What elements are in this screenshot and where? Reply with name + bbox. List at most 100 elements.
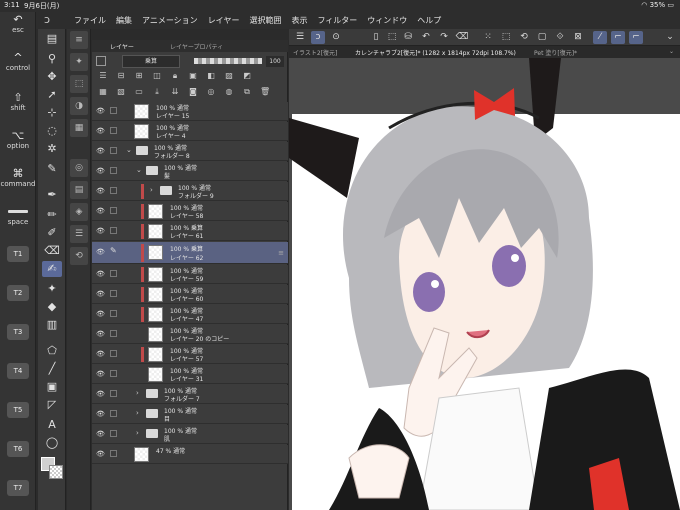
color-select-icon[interactable]: ◩ — [242, 71, 252, 81]
eye-icon[interactable]: 👁︎ — [96, 207, 105, 215]
eye-icon[interactable]: 👁︎ — [96, 410, 105, 418]
pen-tool-icon[interactable]: ✒ — [42, 187, 62, 203]
subtool-icon-6[interactable]: ◎ — [70, 159, 88, 177]
layer-row[interactable]: 👁︎ 100 % 通常 レイヤー 60 — [92, 285, 288, 304]
layer-row[interactable]: 👁︎ 100 % 通常 レイヤー 59 — [92, 265, 288, 284]
move-tool-icon[interactable]: ✥ — [42, 69, 62, 85]
layer-checkbox[interactable] — [110, 227, 117, 234]
new-vector-layer-icon[interactable]: ▧ — [116, 87, 126, 97]
eye-icon[interactable]: 👁︎ — [96, 227, 105, 235]
save-icon[interactable]: ⛁ — [401, 31, 415, 44]
lock-icon[interactable]: 🔒︎ — [170, 71, 180, 81]
eye-icon[interactable]: 👁︎ — [96, 450, 105, 458]
subtool-icon-2[interactable]: ✦ — [70, 53, 88, 71]
subtool-icon-1[interactable]: ≡ — [70, 31, 88, 49]
lock-transparent-icon[interactable]: ▣ — [188, 71, 198, 81]
layer-checkbox[interactable] — [110, 167, 117, 174]
app-logo-icon[interactable]: ↄ — [44, 13, 50, 26]
layer-checkbox[interactable] — [110, 147, 117, 154]
menu-window[interactable]: ウィンドウ — [367, 15, 407, 26]
layer-row[interactable]: 👁︎ 100 % 通常 レイヤー 4 — [92, 122, 288, 141]
menu-filter[interactable]: フィルター — [317, 15, 357, 26]
layer-row[interactable]: 👁︎ 100 % 通常 レイヤー 31 — [92, 365, 288, 384]
subtool-icon-10[interactable]: ⟲ — [70, 247, 88, 265]
eye-icon[interactable]: 👁︎ — [96, 430, 105, 438]
tabs-overflow-icon[interactable]: ⌄ — [669, 48, 674, 55]
eye-icon[interactable]: 👁︎ — [96, 290, 105, 298]
chevron-right-icon[interactable]: › — [136, 389, 139, 397]
transfer-down-icon[interactable]: ⤓ — [152, 87, 162, 97]
eye-icon[interactable]: 👁︎ — [96, 310, 105, 318]
eye-icon[interactable]: 👁︎ — [96, 248, 105, 256]
balloon-tool-icon[interactable]: ◯ — [42, 435, 62, 451]
canvas-area[interactable] — [289, 58, 680, 510]
layer-color-toggle-icon[interactable]: ▨ — [224, 71, 234, 81]
eye-icon[interactable]: 👁︎ — [96, 390, 105, 398]
eye-icon[interactable]: 👁︎ — [96, 127, 105, 135]
chevron-right-icon[interactable]: › — [150, 186, 153, 194]
layer-row[interactable]: 👁︎ 47 % 通常 — [92, 445, 288, 464]
layer-checkbox[interactable] — [110, 107, 117, 114]
menu-icon[interactable]: ☰ — [293, 31, 307, 44]
line-tool-icon[interactable]: ╱ — [42, 361, 62, 377]
gradient-tool-icon[interactable]: ▥ — [42, 317, 62, 333]
row-menu-icon[interactable]: ≡ — [278, 249, 284, 257]
snap-ruler-icon[interactable]: ⁄ — [593, 31, 607, 44]
draft-icon[interactable]: ◫ — [152, 71, 162, 81]
clear-icon[interactable]: ⌫ — [455, 31, 469, 44]
subtool-icon-5[interactable]: ▦ — [70, 119, 88, 137]
menu-help[interactable]: ヘルプ — [417, 15, 441, 26]
layer-row[interactable]: 👁︎ 100 % 通常 レイヤー 20 のコピー — [92, 325, 288, 344]
new-raster-layer-icon[interactable]: ▦ — [98, 87, 108, 97]
blend-mode-select[interactable]: 乗算 — [122, 55, 180, 68]
folder-row[interactable]: 👁︎ › 100 % 通常 肌 — [92, 425, 288, 444]
eye-icon[interactable]: 👁︎ — [96, 330, 105, 338]
smoothing-icon[interactable]: ↄ — [311, 31, 325, 44]
layer-row[interactable]: 👁︎ 100 % 通常 レイヤー 58 — [92, 202, 288, 221]
blend-tool-icon[interactable]: ✍ — [42, 261, 62, 277]
layer-checkbox[interactable] — [110, 410, 117, 417]
layer-checkbox[interactable] — [110, 310, 117, 317]
transform-tool-icon[interactable]: ⊹ — [42, 105, 62, 121]
layer-list[interactable]: 👁︎ 100 % 通常 レイヤー 15 👁︎ 100 % 通常 レイヤー 4 👁… — [92, 102, 288, 510]
subtool-icon-3[interactable]: ⬚ — [70, 75, 88, 93]
shape-tool-icon[interactable]: ⬠ — [42, 343, 62, 359]
chevron-right-icon[interactable]: › — [136, 429, 139, 437]
subtool-icon-4[interactable]: ◑ — [70, 97, 88, 115]
layer-checkbox[interactable] — [110, 370, 117, 377]
layer-checkbox[interactable] — [110, 430, 117, 437]
ruler-icon[interactable]: ◍ — [224, 87, 234, 97]
t7-button[interactable]: T7 — [7, 480, 29, 496]
menu-layer[interactable]: レイヤー — [208, 15, 240, 26]
eye-icon[interactable]: 👁︎ — [96, 270, 105, 278]
command-button[interactable]: ⌘ command — [0, 168, 36, 189]
option-button[interactable]: ⌥ option — [0, 130, 36, 151]
magic-wand-icon[interactable]: ✲ — [42, 141, 62, 157]
fill-icon[interactable]: ▢ — [535, 31, 549, 44]
folder-row[interactable]: 👁︎ ⌄ 100 % 通常 髪 — [92, 162, 288, 181]
tab-doc-3[interactable]: Pet 塗り[復元]* — [534, 48, 577, 57]
folder-row[interactable]: 👁︎ › 100 % 通常 フォルダー 9 — [92, 182, 288, 201]
chevron-down-icon[interactable]: ⌄ — [663, 31, 677, 44]
folder-row[interactable]: 👁︎ ⌄ 100 % 通常 フォルダー 8 — [92, 142, 288, 161]
t4-button[interactable]: T4 — [7, 363, 29, 379]
mask-icon[interactable]: ◧ — [206, 71, 216, 81]
layer-checkbox[interactable] — [110, 270, 117, 277]
layer-row[interactable]: 👁︎ 100 % 通常 レイヤー 57 — [92, 345, 288, 364]
t3-button[interactable]: T3 — [7, 324, 29, 340]
menu-edit[interactable]: 編集 — [116, 15, 132, 26]
layer-row-selected[interactable]: 👁︎ ✎ 100 % 乗算 レイヤー 62 ≡ — [92, 242, 288, 264]
eye-icon[interactable]: 👁︎ — [96, 350, 105, 358]
chevron-down-icon[interactable]: ⌄ — [126, 146, 132, 154]
eye-icon[interactable]: 👁︎ — [96, 370, 105, 378]
folder-row[interactable]: 👁︎ › 100 % 通常 フォルダー 7 — [92, 385, 288, 404]
subtool-icon-8[interactable]: ◈ — [70, 203, 88, 221]
layer-row[interactable]: 👁︎ 100 % 通常 レイヤー 47 — [92, 305, 288, 324]
transparent-color-swatch[interactable] — [49, 465, 63, 479]
menu-icon[interactable]: ☰ — [98, 71, 108, 81]
eye-icon[interactable]: 👁︎ — [96, 147, 105, 155]
eyedropper-icon[interactable]: ✎ — [42, 161, 62, 177]
apply-mask-icon[interactable]: ◙ — [188, 87, 198, 97]
layer-checkbox[interactable] — [110, 187, 117, 194]
sparkle-tool-icon[interactable]: ✦ — [42, 281, 62, 297]
